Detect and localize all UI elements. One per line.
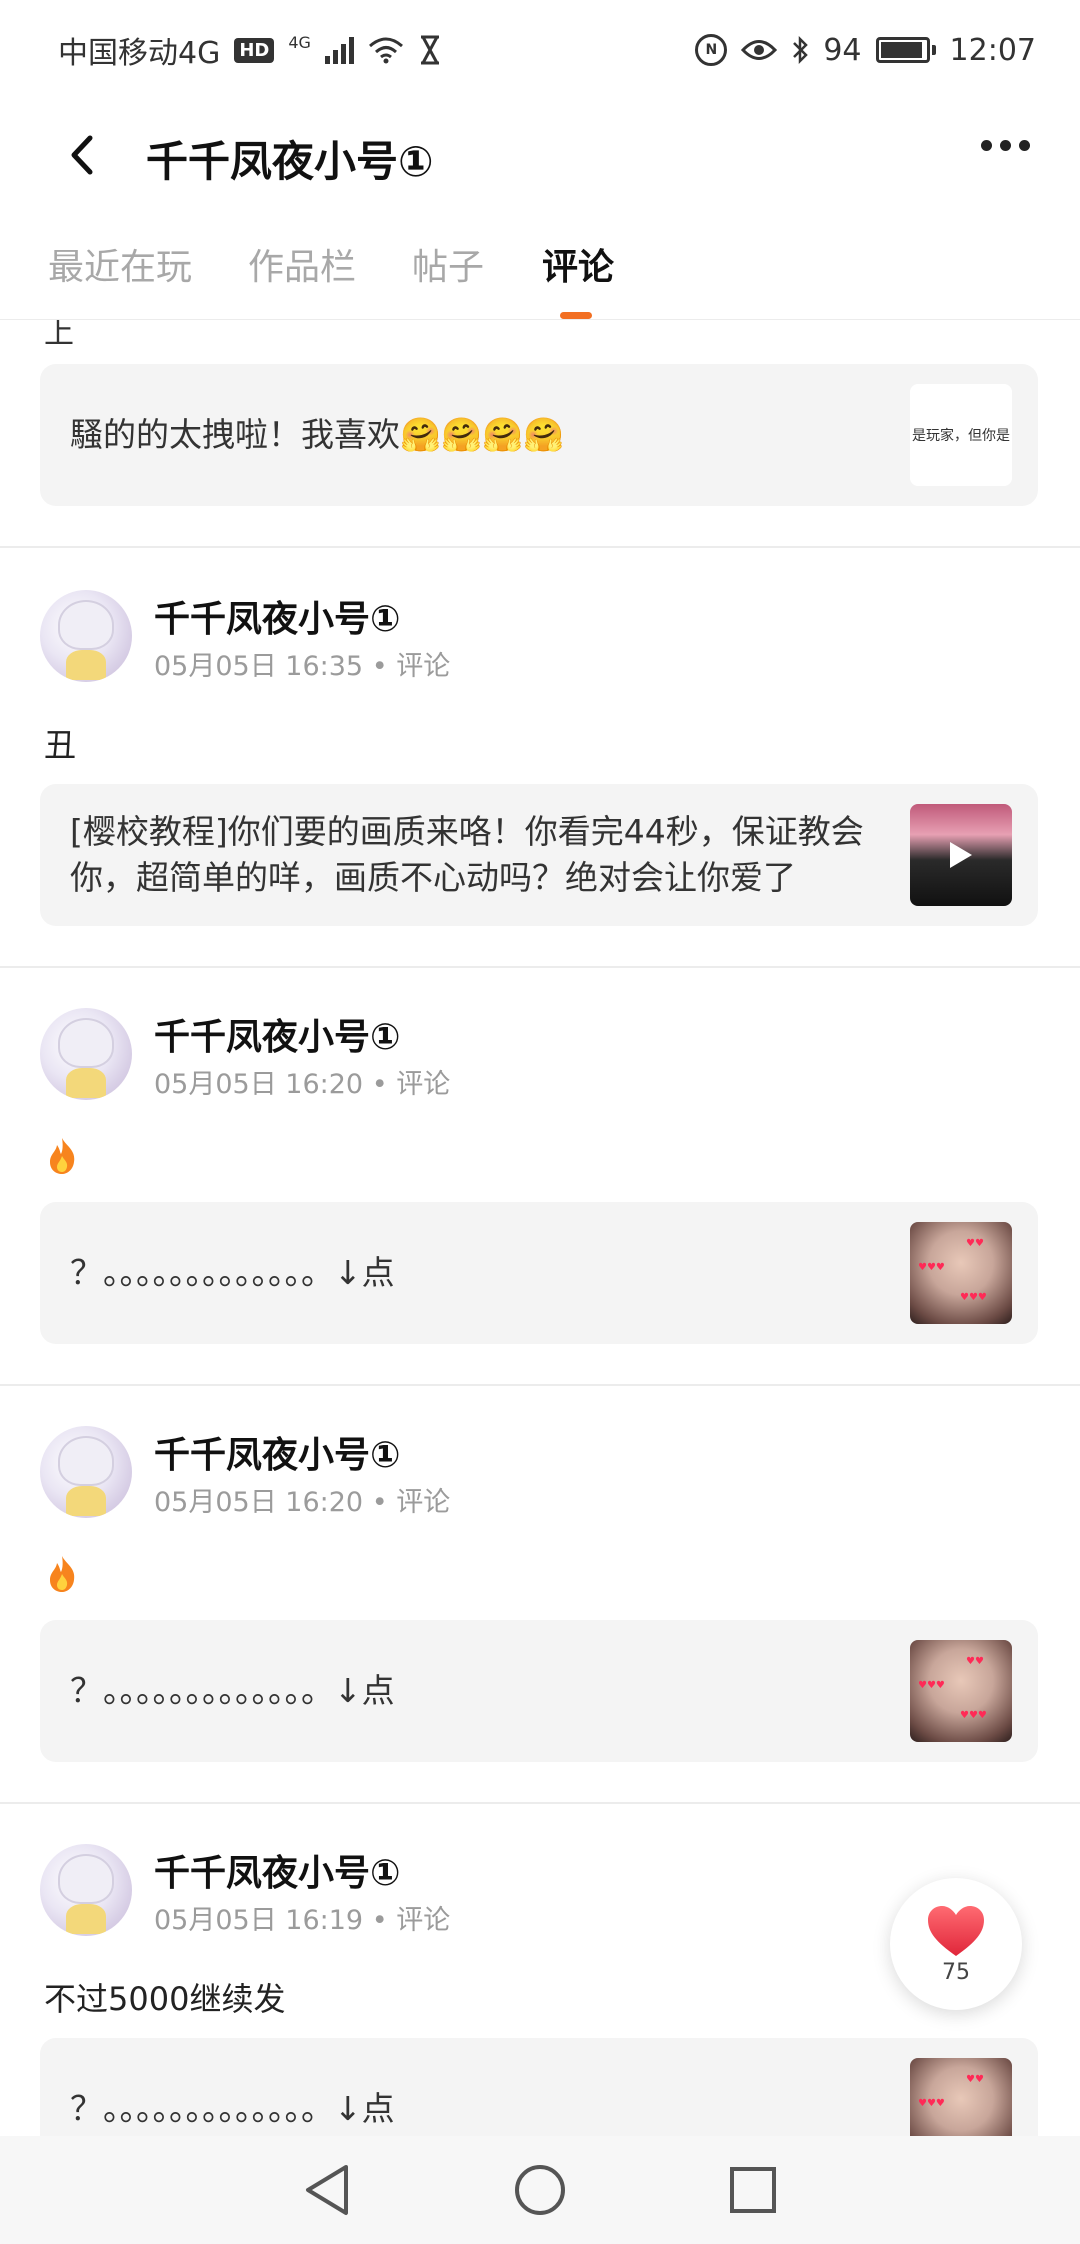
card-text: 騷的的太拽啦！我喜欢🤗🤗🤗🤗 xyxy=(70,415,565,454)
tab-works[interactable]: 作品栏 xyxy=(248,238,356,290)
referenced-post-card[interactable]: ？。。。。。。。。。。。。。↓点 ♥♥♥ ♥♥ ♥♥♥ xyxy=(40,1202,1038,1344)
back-arrow-icon[interactable] xyxy=(60,132,106,178)
divider xyxy=(0,1802,1080,1804)
comment-header: 千千凤夜小号① 05月05日 16:20 • 评论 xyxy=(40,1008,1040,1108)
divider xyxy=(0,966,1080,968)
avatar[interactable] xyxy=(40,1008,132,1100)
username[interactable]: 千千凤夜小号① xyxy=(154,1426,400,1478)
avatar[interactable] xyxy=(40,1426,132,1518)
heart-icon xyxy=(928,1905,984,1956)
comment-type: 评论 xyxy=(396,1487,451,1518)
referenced-post-card[interactable]: ？。。。。。。。。。。。。。↓点 ♥♥♥ ♥♥ ♥♥♥ xyxy=(40,1620,1038,1762)
triangle-back-icon xyxy=(305,2165,348,2215)
tab-posts[interactable]: 帖子 xyxy=(412,238,484,290)
network-type: 4G xyxy=(288,32,311,52)
post-thumbnail: 是玩家，但你是 xyxy=(910,384,1012,486)
referenced-post-card[interactable]: ？。。。。。。。。。。。。。↓点 ♥♥♥ ♥♥ xyxy=(40,2038,1038,2136)
bluetooth-icon xyxy=(793,35,809,65)
post-thumbnail: ♥♥♥ ♥♥ xyxy=(910,2058,1012,2136)
meta-separator: • xyxy=(371,1487,388,1518)
comment-date: 05月05日 16:20 xyxy=(154,1487,364,1518)
system-recents-button[interactable] xyxy=(713,2150,793,2230)
wifi-icon xyxy=(368,37,403,64)
status-bar-left: 中国移动4G HD 4G xyxy=(58,28,442,72)
circle-home-icon xyxy=(514,2165,565,2215)
more-dot-icon xyxy=(981,140,992,151)
more-options-button[interactable] xyxy=(981,140,1030,151)
page-title: 千千凤夜小号① xyxy=(146,137,434,186)
meta-separator: • xyxy=(371,651,388,682)
video-thumbnail xyxy=(910,804,1012,906)
like-button[interactable]: 75 xyxy=(890,1878,1022,2010)
card-text: ？。。。。。。。。。。。。。↓点 xyxy=(70,2089,395,2128)
more-dot-icon xyxy=(1000,140,1011,151)
username[interactable]: 千千凤夜小号① xyxy=(154,590,400,642)
nfc-icon: N xyxy=(695,34,728,66)
divider xyxy=(0,1384,1080,1386)
hourglass-icon xyxy=(420,35,439,65)
fire-emoji-icon xyxy=(50,1138,75,1174)
card-text: ？。。。。。。。。。。。。。↓点 xyxy=(70,1253,395,1292)
eye-icon xyxy=(741,40,778,60)
meta-separator: • xyxy=(371,1069,388,1100)
fire-emoji-icon xyxy=(50,1556,75,1592)
app-screen: 中国移动4G HD 4G N 94 12:07 千千凤夜小号① 最近在玩 作品栏… xyxy=(0,0,1080,2244)
comment-date: 05月05日 16:35 xyxy=(154,651,364,682)
referenced-post-card[interactable]: [樱校教程]你们要的画质来咯！你看完44秒，保证教会你，超简单的咩，画质不心动吗… xyxy=(40,784,1038,926)
system-navigation-bar xyxy=(0,2136,1080,2244)
tab-recently-played[interactable]: 最近在玩 xyxy=(48,238,192,290)
like-count: 75 xyxy=(942,1959,970,1985)
divider xyxy=(0,546,1080,548)
comment-text: 上 xyxy=(44,320,74,351)
comment-type: 评论 xyxy=(396,1069,451,1100)
post-thumbnail: ♥♥♥ ♥♥ ♥♥♥ xyxy=(910,1222,1012,1324)
avatar[interactable] xyxy=(40,590,132,682)
comment-type: 评论 xyxy=(396,1905,451,1936)
comment-text: 不过5000继续发 xyxy=(44,1980,286,2018)
system-home-button[interactable] xyxy=(500,2150,580,2230)
square-recents-icon xyxy=(730,2167,777,2213)
comment-header: 千千凤夜小号① 05月05日 16:35 • 评论 xyxy=(40,590,1040,690)
post-thumbnail: ♥♥♥ ♥♥ ♥♥♥ xyxy=(910,1640,1012,1742)
avatar[interactable] xyxy=(40,1844,132,1936)
username[interactable]: 千千凤夜小号① xyxy=(154,1008,400,1060)
comment-meta: 05月05日 16:20 • 评论 xyxy=(154,1062,450,1101)
system-back-button[interactable] xyxy=(287,2150,367,2230)
battery-icon xyxy=(875,37,936,63)
comment-meta: 05月05日 16:20 • 评论 xyxy=(154,1480,450,1519)
comment-feed[interactable]: 上 騷的的太拽啦！我喜欢🤗🤗🤗🤗 是玩家，但你是 千千凤夜小号① 05月05日 … xyxy=(0,320,1080,2136)
carrier-label: 中国移动4G xyxy=(58,36,221,71)
play-icon xyxy=(950,842,972,868)
status-bar: 中国移动4G HD 4G N 94 12:07 xyxy=(0,0,1080,100)
more-dot-icon xyxy=(1019,140,1030,151)
comment-type: 评论 xyxy=(396,651,451,682)
thumbnail-caption: 是玩家，但你是 xyxy=(912,428,1010,444)
hd-badge: HD xyxy=(234,37,275,63)
referenced-post-card[interactable]: 騷的的太拽啦！我喜欢🤗🤗🤗🤗 是玩家，但你是 xyxy=(40,364,1038,506)
tab-comments[interactable]: 评论 xyxy=(542,238,614,290)
card-text: ？。。。。。。。。。。。。。↓点 xyxy=(70,1671,395,1710)
comment-meta: 05月05日 16:35 • 评论 xyxy=(154,644,450,683)
comment-meta: 05月05日 16:19 • 评论 xyxy=(154,1898,450,1937)
comment-text: 丑 xyxy=(44,726,77,764)
username[interactable]: 千千凤夜小号① xyxy=(154,1844,400,1896)
active-tab-indicator xyxy=(560,312,592,319)
comment-header: 千千凤夜小号① 05月05日 16:19 • 评论 xyxy=(40,1844,1040,1944)
top-nav-bar: 千千凤夜小号① xyxy=(0,110,1080,200)
meta-separator: • xyxy=(371,1905,388,1936)
clock: 12:07 xyxy=(949,32,1036,68)
card-text: [樱校教程]你们要的画质来咯！你看完44秒，保证教会你，超简单的咩，画质不心动吗… xyxy=(70,812,864,897)
profile-tabs: 最近在玩 作品栏 帖子 评论 xyxy=(0,230,1080,320)
status-bar-right: N 94 12:07 xyxy=(695,33,1036,68)
comment-date: 05月05日 16:19 xyxy=(154,1905,364,1936)
signal-icon xyxy=(324,36,354,64)
comment-header: 千千凤夜小号① 05月05日 16:20 • 评论 xyxy=(40,1426,1040,1526)
comment-date: 05月05日 16:20 xyxy=(154,1069,364,1100)
battery-percent: 94 xyxy=(823,32,862,68)
